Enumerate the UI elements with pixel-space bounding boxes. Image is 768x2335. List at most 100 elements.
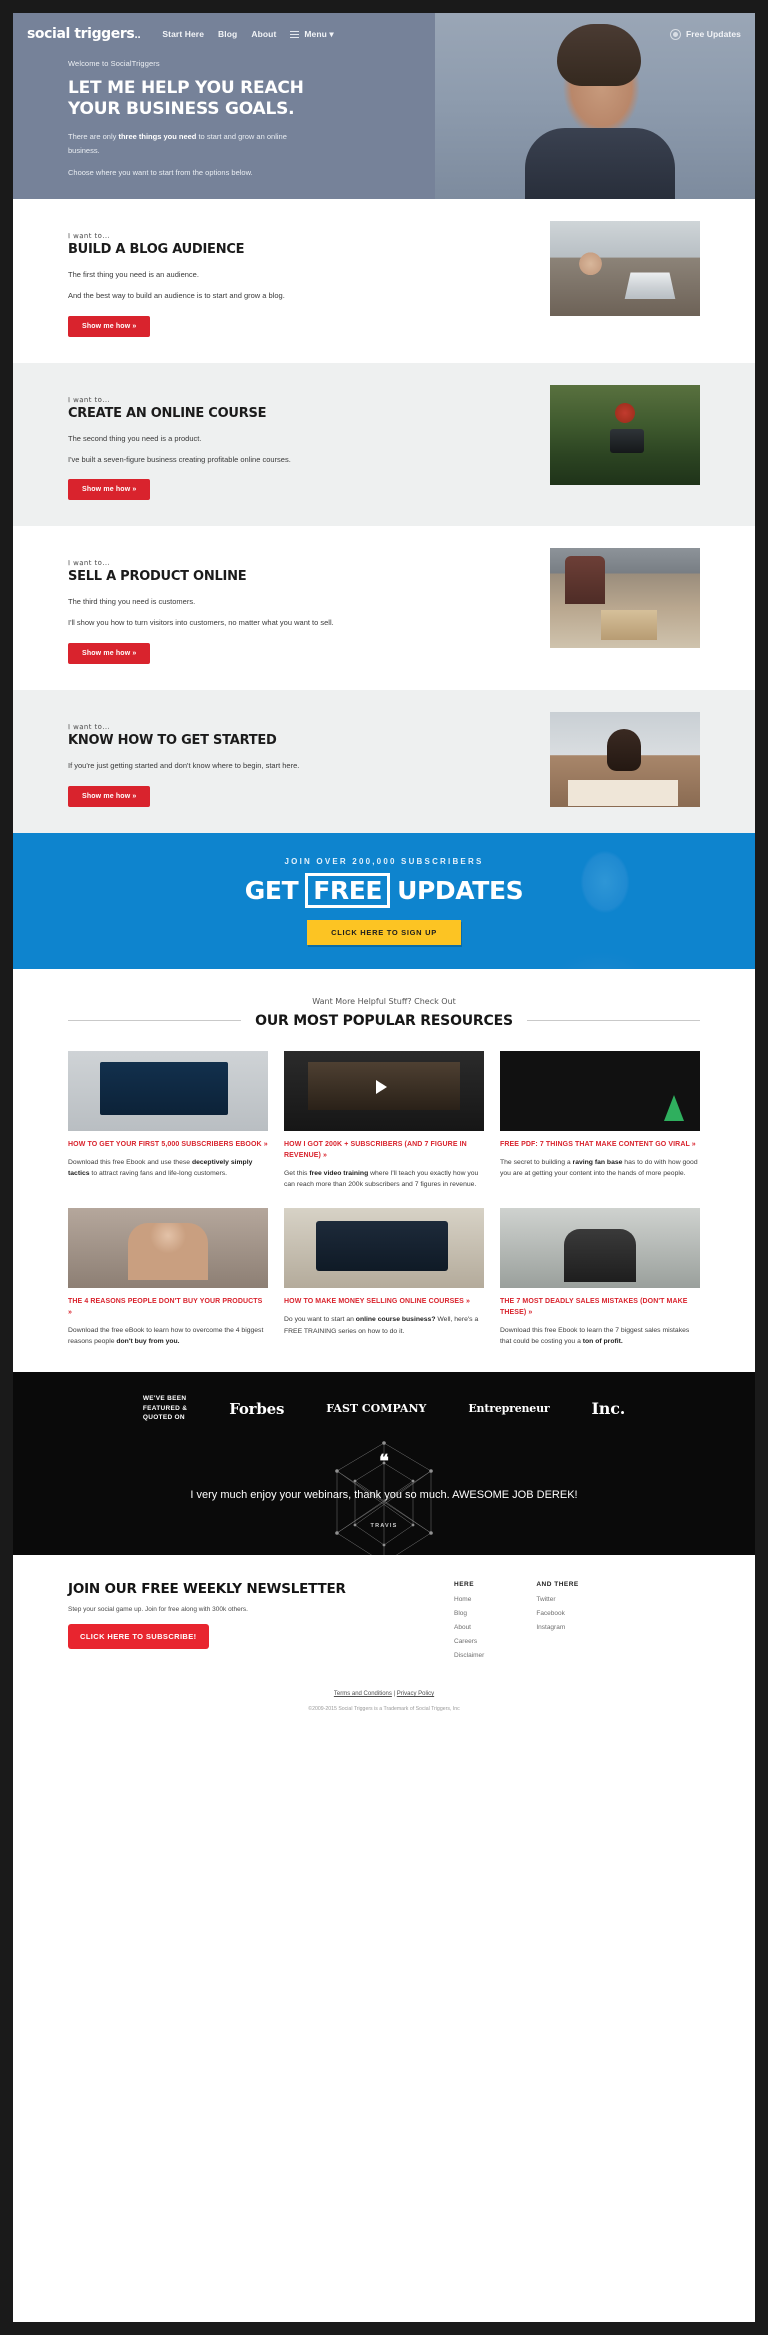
body-pre: Download this free Ebook and use these: [68, 1158, 192, 1166]
press-logos-row: WE'VE BEEN FEATURED & QUOTED ON Forbes F…: [13, 1394, 755, 1427]
body-pre: Do you want to start an: [284, 1316, 356, 1324]
hero-title: LET ME HELP YOU REACH YOUR BUSINESS GOAL…: [68, 78, 304, 119]
cta-signup-button[interactable]: CLICK HERE TO SIGN UP: [307, 919, 461, 945]
cta-headline-part-2: UPDATES: [397, 875, 524, 905]
offer-title: CREATE AN ONLINE COURSE: [68, 405, 267, 421]
testimonial-quote: I very much enjoy your webinars, thank y…: [190, 1489, 578, 1502]
nav-menu-label: Menu ▾: [304, 28, 334, 39]
quote-mark-icon: ❝: [379, 1451, 389, 1473]
resource-card-title[interactable]: THE 7 MOST DEADLY SALES MISTAKES (DON'T …: [500, 1297, 700, 1319]
body-pre: The secret to building a: [500, 1158, 573, 1166]
divider-left: [68, 1020, 242, 1022]
hero-section: social triggers.. Start Here Blog About …: [13, 13, 755, 199]
resource-thumbnail: [68, 1050, 268, 1131]
press-logo-forbes: Forbes: [229, 1399, 285, 1418]
offer-body: The second thing you need is a product. …: [68, 432, 368, 467]
resource-card-body: Download the free eBook to learn how to …: [68, 1325, 268, 1348]
hero-body-line-2: Choose where you want to start from the …: [68, 167, 253, 177]
resources-heading-row: OUR MOST POPULAR RESOURCES: [68, 1012, 701, 1029]
nav-item-blog[interactable]: Blog: [218, 29, 237, 39]
body-bold: free video training: [309, 1169, 369, 1177]
hero-copy: Welcome to SocialTriggers LET ME HELP YO…: [13, 45, 755, 179]
cta-kicker: JOIN OVER 200,000 SUBSCRIBERS: [284, 856, 484, 866]
nav-links: Start Here Blog About Menu ▾: [162, 29, 333, 40]
resource-card[interactable]: THE 7 MOST DEADLY SALES MISTAKES (DON'T …: [500, 1208, 700, 1348]
resource-card[interactable]: FREE PDF: 7 THINGS THAT MAKE CONTENT GO …: [500, 1050, 700, 1191]
resource-card-title[interactable]: HOW TO GET YOUR FIRST 5,000 SUBSCRIBERS …: [68, 1140, 268, 1151]
resource-card-title[interactable]: FREE PDF: 7 THINGS THAT MAKE CONTENT GO …: [500, 1140, 700, 1151]
featured-line-3: QUOTED ON: [142, 1414, 185, 1422]
offer-title: BUILD A BLOG AUDIENCE: [68, 242, 245, 257]
body-bold: don't buy from you.: [116, 1338, 180, 1346]
nav-item-about[interactable]: About: [251, 29, 276, 39]
subscribe-cta-banner: JOIN OVER 200,000 SUBSCRIBERS GET FREE U…: [13, 832, 755, 969]
resource-card[interactable]: THE 4 REASONS PEOPLE DON'T BUY YOUR PROD…: [68, 1208, 268, 1348]
resource-card-body: Download this free Ebook to learn the 7 …: [500, 1325, 700, 1348]
resources-heading: OUR MOST POPULAR RESOURCES: [255, 1012, 513, 1029]
offer-copy: I want to... KNOW HOW TO GET STARTED If …: [68, 716, 368, 807]
resource-card-title[interactable]: HOW TO MAKE MONEY SELLING ONLINE COURSES…: [284, 1297, 484, 1308]
site-logo[interactable]: social triggers..: [27, 26, 141, 42]
footer-link-careers[interactable]: Careers: [454, 1638, 484, 1645]
legal-links: Terms and Conditions | Privacy Policy: [13, 1676, 755, 1706]
resource-card-title[interactable]: THE 4 REASONS PEOPLE DON'T BUY YOUR PROD…: [68, 1297, 268, 1319]
offer-image-blog-audience: [550, 221, 700, 316]
nav-item-start-here[interactable]: Start Here: [162, 29, 204, 39]
resource-thumbnail: [500, 1050, 700, 1131]
body-bold: raving fan base: [572, 1158, 623, 1166]
hero-body-1-bold: three things you need: [118, 132, 197, 142]
offer-section-blog-audience: I want to... BUILD A BLOG AUDIENCE The f…: [13, 199, 755, 363]
footer-link-disclaimer[interactable]: Disclaimer: [454, 1652, 484, 1659]
footer-link-about[interactable]: About: [454, 1624, 484, 1631]
terms-link[interactable]: Terms and Conditions: [334, 1691, 392, 1697]
newsletter-subtitle: Step your social game up. Join for free …: [68, 1606, 248, 1614]
offer-image-get-started: [550, 712, 700, 808]
show-me-how-button[interactable]: Show me how »: [68, 315, 151, 337]
offer-copy: I want to... BUILD A BLOG AUDIENCE The f…: [68, 225, 368, 337]
footer-link-facebook[interactable]: Facebook: [536, 1610, 578, 1617]
newsletter-signup-block: JOIN OUR FREE WEEKLY NEWSLETTER Step you…: [68, 1581, 398, 1666]
body-bold: online course business?: [355, 1316, 436, 1324]
cta-headline: GET FREE UPDATES: [245, 872, 524, 908]
press-logo-inc: Inc.: [591, 1399, 626, 1418]
footer-link-blog[interactable]: Blog: [454, 1610, 484, 1617]
resource-card[interactable]: HOW TO MAKE MONEY SELLING ONLINE COURSES…: [284, 1208, 484, 1348]
popular-resources-section: Want More Helpful Stuff? Check Out OUR M…: [13, 968, 755, 1372]
offer-eyebrow: I want to...: [67, 559, 111, 568]
resource-card-body: Get this free video training where I'll …: [284, 1168, 484, 1191]
footer-column-heading: HERE: [454, 1581, 475, 1589]
resource-thumbnail: [68, 1208, 268, 1289]
offer-eyebrow: I want to...: [67, 395, 111, 404]
nav-item-menu[interactable]: Menu ▾: [290, 28, 334, 40]
resource-thumbnail: [284, 1208, 484, 1289]
offer-eyebrow: I want to...: [67, 231, 111, 241]
subscribe-button[interactable]: CLICK HERE TO SUBSCRIBE!: [68, 1624, 209, 1650]
resource-card-body: The secret to building a raving fan base…: [500, 1157, 700, 1180]
footer-link-twitter[interactable]: Twitter: [536, 1596, 578, 1603]
footer-link-home[interactable]: Home: [454, 1596, 484, 1603]
hero-body: There are only three things you need to …: [68, 130, 298, 178]
resources-grid: HOW TO GET YOUR FIRST 5,000 SUBSCRIBERS …: [68, 1050, 700, 1348]
featured-line-1: WE'VE BEEN: [142, 1394, 187, 1402]
resource-card[interactable]: HOW I GOT 200K + SUBSCRIBERS (AND 7 FIGU…: [284, 1050, 484, 1191]
page-root: social triggers.. Start Here Blog About …: [13, 13, 755, 2322]
testimonial-block: ❝ I very much enjoy your webinars, thank…: [13, 1441, 755, 1565]
show-me-how-button[interactable]: Show me how »: [68, 643, 151, 665]
offer-title: SELL A PRODUCT ONLINE: [68, 569, 247, 585]
footer-link-instagram[interactable]: Instagram: [536, 1624, 578, 1631]
show-me-how-button[interactable]: Show me how »: [68, 785, 151, 807]
body-pre: Get this: [284, 1169, 310, 1177]
privacy-link[interactable]: Privacy Policy: [397, 1691, 434, 1697]
resource-card[interactable]: HOW TO GET YOUR FIRST 5,000 SUBSCRIBERS …: [68, 1050, 268, 1191]
hero-eyebrow: Welcome to SocialTriggers: [68, 59, 160, 68]
testimonial-author: TRAVIS: [370, 1523, 398, 1530]
free-updates-button[interactable]: Free Updates: [669, 28, 741, 40]
offer-section-sell-product: I want to... SELL A PRODUCT ONLINE The t…: [13, 526, 755, 691]
cta-silhouette-photo: [515, 832, 695, 969]
offer-image-online-course: [550, 384, 700, 485]
show-me-how-button[interactable]: Show me how »: [68, 479, 151, 501]
offer-paragraph-1: The first thing you need is an audience.: [68, 269, 199, 279]
hero-body-line-1: There are only three things you need to …: [68, 130, 298, 156]
resource-card-title[interactable]: HOW I GOT 200K + SUBSCRIBERS (AND 7 FIGU…: [284, 1140, 484, 1162]
user-circle-icon: [669, 28, 681, 40]
